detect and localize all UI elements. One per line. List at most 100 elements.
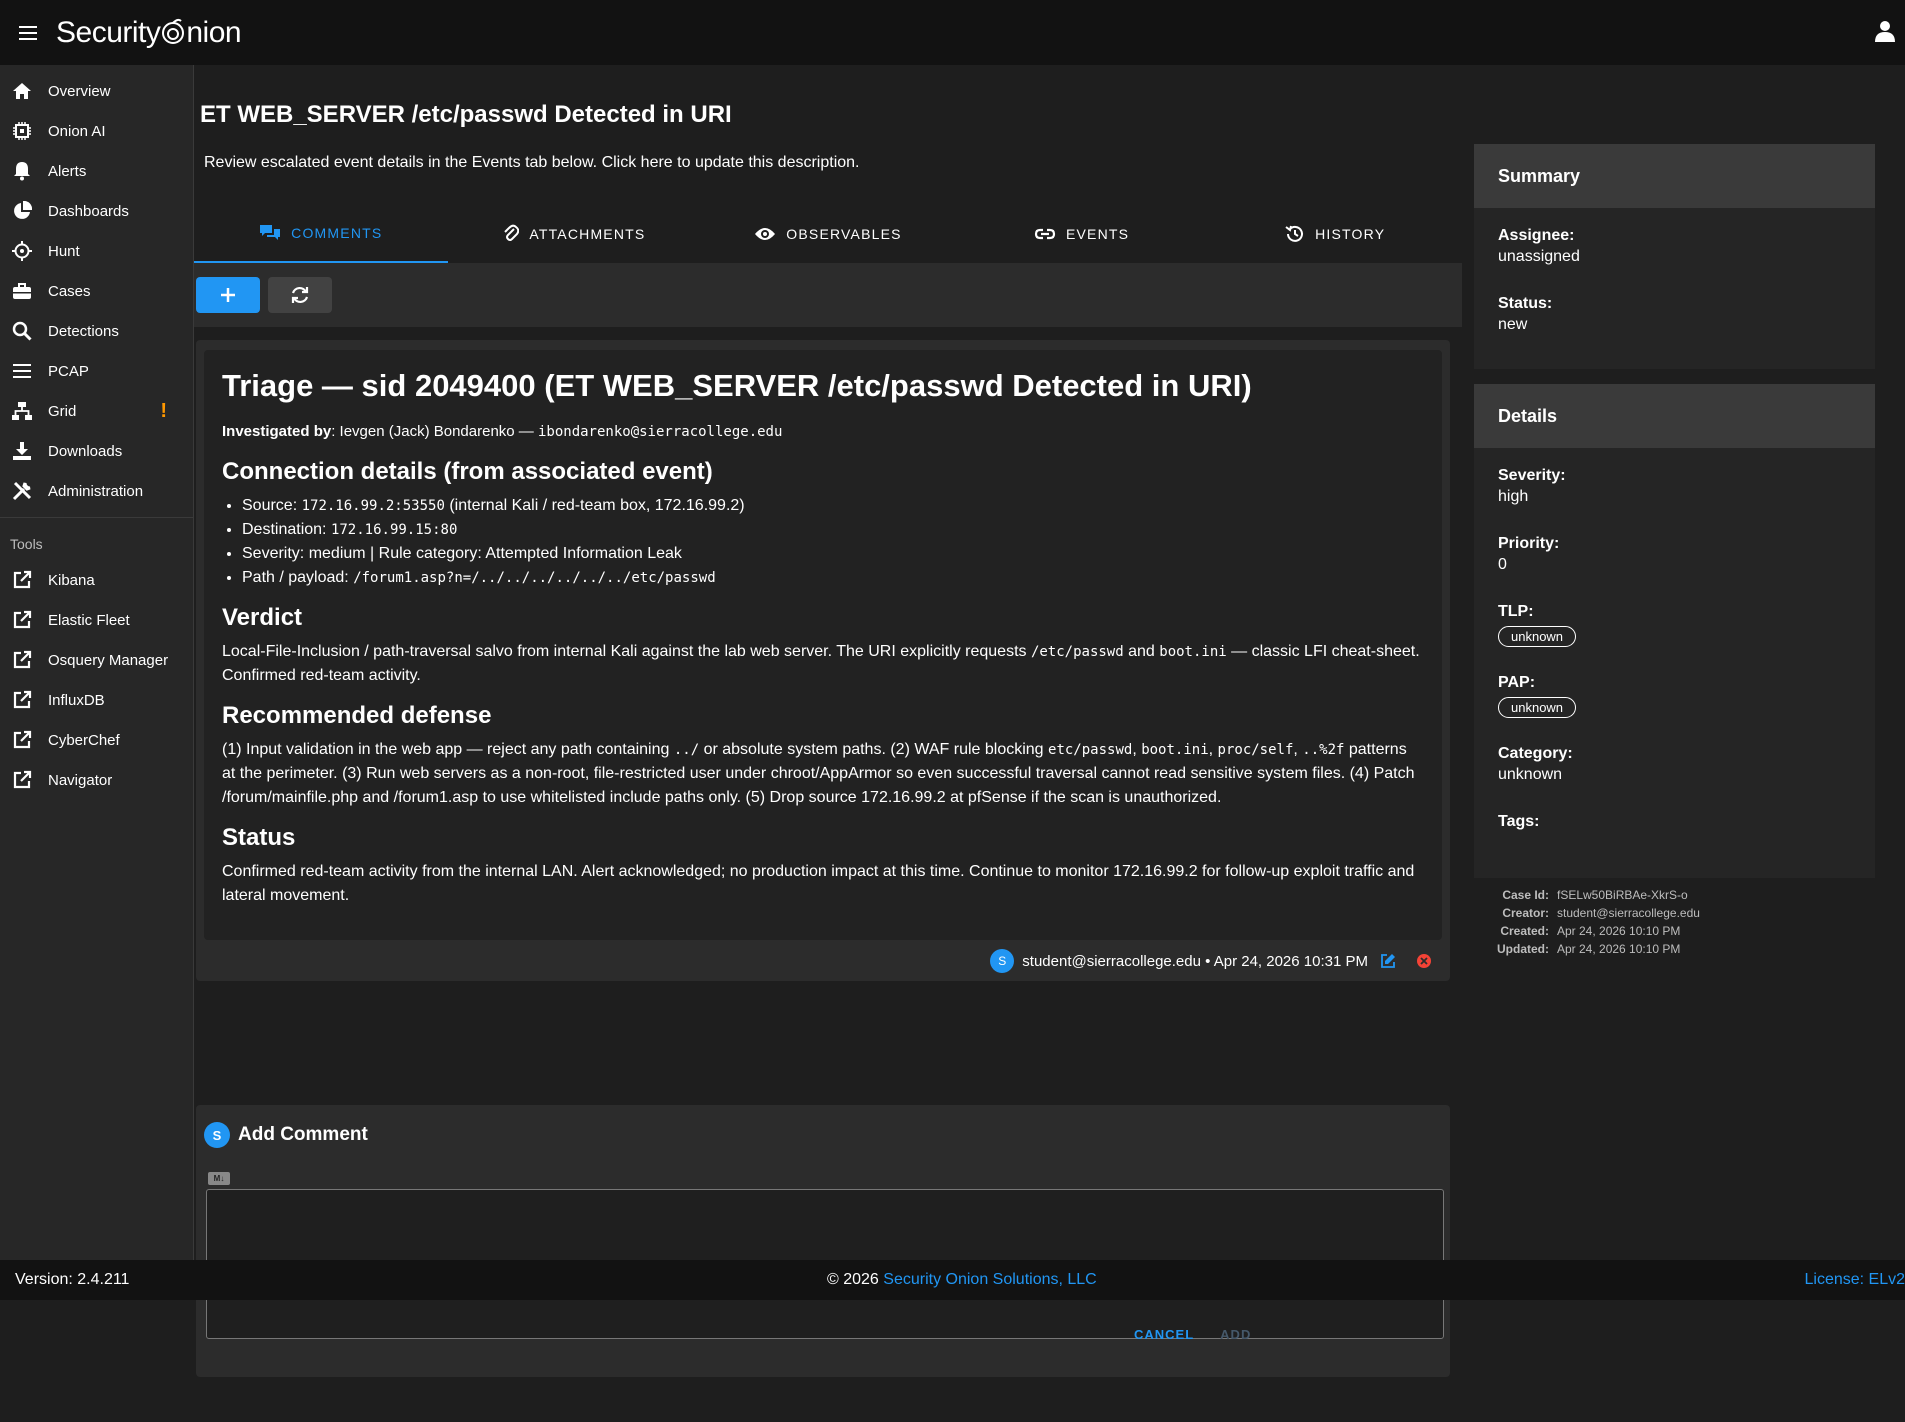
copyright-text: © 2026 Security Onion Solutions, LLC	[827, 1271, 1097, 1289]
severity-field[interactable]: Severity: high	[1474, 466, 1875, 508]
copyright-prefix: © 2026	[827, 1271, 884, 1288]
comment-footer: S student@sierracollege.edu • Apr 24, 20…	[990, 949, 1432, 973]
cancel-button[interactable]: CANCEL	[1134, 1327, 1194, 1342]
tab-history[interactable]: HISTORY	[1208, 205, 1462, 263]
bell-icon	[10, 159, 34, 183]
logo-text-2: nion	[186, 15, 242, 49]
tab-observables[interactable]: OBSERVABLES	[701, 205, 955, 263]
sidebar-item-administration[interactable]: Administration	[0, 471, 193, 511]
menu-toggle-button[interactable]	[0, 0, 56, 65]
sidebar-item-label: Kibana	[48, 571, 95, 589]
category-value: unknown	[1498, 766, 1563, 783]
avatar: S	[990, 949, 1015, 973]
status-heading: Status	[222, 824, 296, 851]
source-note: (internal Kali / red-team box, 172.16.99…	[444, 497, 745, 514]
connection-details-heading: Connection details (from associated even…	[222, 458, 713, 485]
list-item: Destination: 172.16.99.15:80	[242, 518, 1424, 542]
assignee-value: unassigned	[1498, 248, 1580, 265]
chip-icon	[10, 119, 34, 143]
creator-row: Creator: student@sierracollege.edu	[1474, 904, 1875, 922]
defense-code: boot.ini	[1141, 742, 1209, 758]
sidebar-item-label: Onion AI	[48, 122, 106, 140]
sidebar-item-dashboards[interactable]: Dashboards	[0, 191, 193, 231]
sidebar-item-onion-ai[interactable]: Onion AI	[0, 111, 193, 151]
plus-icon	[221, 288, 235, 302]
sidebar-item-label: InfluxDB	[48, 691, 105, 709]
updated-row: Updated: Apr 24, 2026 10:10 PM	[1474, 940, 1875, 958]
sidebar-item-label: Grid	[48, 402, 77, 420]
sidebar-item-label: CyberChef	[48, 731, 120, 749]
history-icon	[1285, 224, 1305, 244]
pap-field[interactable]: PAP: unknown	[1474, 673, 1875, 718]
crosshairs-icon	[10, 239, 34, 263]
case-title[interactable]: ET WEB_SERVER /etc/passwd Detected in UR…	[200, 101, 732, 129]
sidebar-item-navigator[interactable]: Navigator	[0, 760, 193, 800]
sidebar-item-overview[interactable]: Overview	[0, 71, 193, 111]
tags-label: Tags:	[1498, 813, 1540, 830]
assignee-field[interactable]: Assignee: unassigned	[1474, 226, 1875, 268]
connection-details-list: Source: 172.16.99.2:53550 (internal Kali…	[222, 494, 1424, 590]
sidebar-item-elastic-fleet[interactable]: Elastic Fleet	[0, 600, 193, 640]
verdict-code: /etc/passwd	[1030, 644, 1124, 660]
sidebar-item-influxdb[interactable]: InfluxDB	[0, 680, 193, 720]
edit-comment-button[interactable]	[1380, 953, 1396, 969]
sidebar-item-grid[interactable]: Grid !	[0, 391, 193, 431]
verdict-heading: Verdict	[222, 604, 303, 631]
sidebar-item-alerts[interactable]: Alerts	[0, 151, 193, 191]
license-link[interactable]: License: ELv2	[1804, 1271, 1905, 1289]
hamburger-icon	[19, 25, 37, 40]
investigated-by-label: Investigated by	[222, 423, 332, 440]
avatar: S	[204, 1122, 230, 1148]
path-label: Path / payload:	[242, 569, 354, 586]
details-panel: Details Severity: high Priority: 0 TLP: …	[1474, 384, 1875, 878]
case-description[interactable]: Review escalated event details in the Ev…	[204, 154, 859, 172]
sidebar-item-label: Cases	[48, 282, 91, 300]
defense-code: ../	[673, 742, 700, 758]
sidebar-item-downloads[interactable]: Downloads	[0, 431, 193, 471]
user-menu-button[interactable]	[1875, 20, 1895, 47]
sidebar-item-pcap[interactable]: PCAP	[0, 351, 193, 391]
defense-text: (1) Input validation in the web app — re…	[222, 738, 1424, 810]
delete-comment-button[interactable]	[1416, 953, 1432, 969]
sidebar-item-cases[interactable]: Cases	[0, 271, 193, 311]
tab-label: HISTORY	[1315, 226, 1386, 242]
company-link[interactable]: Security Onion Solutions, LLC	[883, 1271, 1096, 1288]
tab-label: OBSERVABLES	[786, 226, 902, 242]
tlp-field[interactable]: TLP: unknown	[1474, 602, 1875, 647]
defense-code: etc/passwd	[1048, 742, 1133, 758]
app-logo[interactable]: Security nion	[56, 15, 242, 50]
sidebar-item-osquery-manager[interactable]: Osquery Manager	[0, 640, 193, 680]
comment-card: Triage — sid 2049400 (ET WEB_SERVER /etc…	[196, 340, 1450, 981]
add-comment-card: S Add Comment M↓	[196, 1105, 1450, 1377]
refresh-button[interactable]	[268, 277, 332, 313]
tab-events[interactable]: EVENTS	[955, 205, 1209, 263]
case-id-label: Case Id:	[1502, 888, 1549, 902]
add-comment-button[interactable]	[196, 277, 260, 313]
sidebar-item-hunt[interactable]: Hunt	[0, 231, 193, 271]
status-field[interactable]: Status: new	[1474, 294, 1875, 336]
destination-label: Destination:	[242, 521, 331, 538]
link-icon	[1034, 226, 1056, 242]
assignee-label: Assignee:	[1498, 227, 1575, 244]
sidebar-item-label: Detections	[48, 322, 119, 340]
tlp-chip: unknown	[1498, 626, 1577, 647]
verdict-text-part: Local-File-Inclusion / path-traversal sa…	[222, 643, 1031, 660]
category-field[interactable]: Category: unknown	[1474, 744, 1875, 786]
verdict-text: Local-File-Inclusion / path-traversal sa…	[222, 640, 1424, 688]
sidebar: Overview Onion AI Alerts Dashboards Hunt…	[0, 65, 194, 1260]
priority-field[interactable]: Priority: 0	[1474, 534, 1875, 576]
tab-comments[interactable]: COMMENTS	[194, 205, 448, 263]
tags-field[interactable]: Tags:	[1474, 812, 1875, 832]
external-link-icon	[10, 728, 34, 752]
briefcase-icon	[10, 279, 34, 303]
sidebar-item-kibana[interactable]: Kibana	[0, 560, 193, 600]
sidebar-item-detections[interactable]: Detections	[0, 311, 193, 351]
external-link-icon	[10, 568, 34, 592]
add-button[interactable]: ADD	[1220, 1327, 1251, 1342]
sidebar-item-label: PCAP	[48, 362, 89, 380]
source-value: 172.16.99.2:53550	[301, 498, 445, 514]
defense-text-part: ,	[1208, 741, 1218, 758]
status-label: Status:	[1498, 295, 1553, 312]
tab-attachments[interactable]: ATTACHMENTS	[448, 205, 702, 263]
sidebar-item-cyberchef[interactable]: CyberChef	[0, 720, 193, 760]
